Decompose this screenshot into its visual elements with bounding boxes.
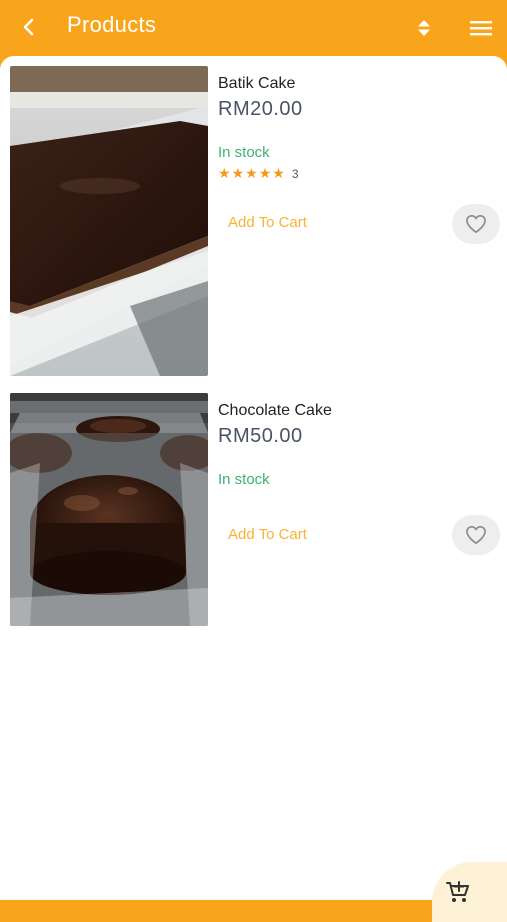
- star-icon: ★: [245, 165, 259, 181]
- star-icon: ★: [258, 165, 273, 181]
- batik-cake-photo: [10, 66, 208, 376]
- star-icon: ★: [218, 165, 232, 181]
- product-price: RM50.00: [218, 425, 303, 447]
- add-to-cart-button[interactable]: Add To Cart: [228, 526, 307, 543]
- rating: ★ ★ ★ ★ ★ 3: [218, 165, 299, 182]
- product-name: Batik Cake: [218, 75, 296, 92]
- heart-icon: [466, 525, 486, 545]
- page-title: Products: [67, 12, 157, 37]
- add-shopping-cart-icon: [446, 881, 469, 902]
- chevron-left-icon: [23, 18, 34, 36]
- back-button[interactable]: [12, 10, 46, 44]
- star-icon: ★: [272, 165, 286, 181]
- stock-status: In stock: [218, 471, 270, 488]
- heart-icon: [466, 214, 486, 234]
- favorite-button[interactable]: [452, 515, 500, 555]
- product-price: RM20.00: [218, 98, 303, 120]
- product-name: Chocolate Cake: [218, 402, 332, 419]
- stock-status: In stock: [218, 144, 270, 161]
- favorite-button[interactable]: [452, 204, 500, 244]
- product-image[interactable]: [10, 66, 208, 376]
- product-card[interactable]: Batik Cake RM20.00 In stock ★ ★ ★ ★ ★ 3 …: [10, 66, 500, 378]
- star-icon: ★: [231, 165, 246, 181]
- menu-icon: [470, 21, 492, 36]
- add-to-cart-button[interactable]: Add To Cart: [228, 214, 307, 231]
- menu-button[interactable]: [464, 12, 498, 44]
- sort-button[interactable]: [408, 12, 440, 44]
- chocolate-cake-photo: [10, 393, 208, 626]
- app-header: Products: [0, 0, 507, 56]
- product-card[interactable]: Chocolate Cake RM50.00 In stock Add To C…: [10, 393, 500, 629]
- rating-count: 3: [291, 166, 299, 181]
- product-image[interactable]: [10, 393, 208, 626]
- product-list: Batik Cake RM20.00 In stock ★ ★ ★ ★ ★ 3 …: [0, 56, 507, 900]
- sort-icon: [418, 20, 430, 36]
